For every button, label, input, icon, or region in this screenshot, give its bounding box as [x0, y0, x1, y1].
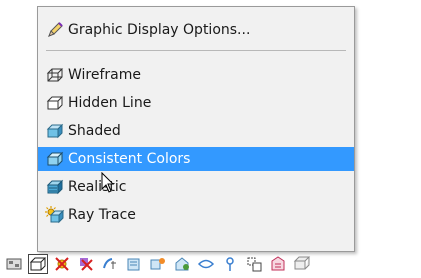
- menu-item-label: Realistic: [68, 179, 127, 195]
- graphic-display-options-item[interactable]: Graphic Display Options...: [44, 18, 350, 42]
- menu-item-label: Hidden Line: [68, 95, 152, 111]
- show-crop-icon[interactable]: [124, 254, 144, 274]
- scale-icon[interactable]: [4, 254, 24, 274]
- reveal-hidden-icon[interactable]: [172, 254, 192, 274]
- menu-item-label: Shaded: [68, 123, 121, 139]
- reveal-constraints-icon[interactable]: [268, 254, 288, 274]
- shadows-icon[interactable]: [76, 254, 96, 274]
- mouse-cursor-icon: [101, 172, 115, 193]
- wireframe-cube-icon: [44, 65, 66, 85]
- menu-item-label: Wireframe: [68, 67, 142, 83]
- worksets-icon[interactable]: [196, 254, 216, 274]
- highlight-displacement-icon[interactable]: [244, 254, 264, 274]
- menu-item-shaded[interactable]: Shaded: [44, 119, 350, 143]
- ray-trace-icon: [44, 205, 66, 225]
- view-control-bar: [0, 250, 421, 278]
- consistent-colors-cube-icon: [44, 149, 66, 169]
- menu-item-label: Ray Trace: [68, 207, 136, 223]
- hidden-line-cube-icon: [44, 93, 66, 113]
- menu-item-realistic[interactable]: Realistic: [44, 175, 350, 199]
- visual-style-menu: Graphic Display Options... Wireframe Hid…: [37, 6, 355, 252]
- menu-item-hidden-line[interactable]: Hidden Line: [44, 91, 350, 115]
- menu-item-consistent-colors[interactable]: Consistent Colors: [38, 147, 354, 171]
- temporary-hide-icon[interactable]: [148, 254, 168, 274]
- crop-view-icon[interactable]: [100, 254, 120, 274]
- menu-item-wireframe[interactable]: Wireframe: [44, 63, 350, 87]
- visual-style-icon[interactable]: [28, 254, 48, 274]
- pencil-icon: [44, 20, 66, 40]
- realistic-cube-icon: [44, 177, 66, 197]
- sun-path-icon[interactable]: [52, 254, 72, 274]
- analytical-model-icon[interactable]: [220, 254, 240, 274]
- menu-item-label: Consistent Colors: [68, 151, 191, 167]
- rendering-icon[interactable]: [292, 254, 312, 274]
- menu-separator: [46, 50, 346, 51]
- graphic-display-options-label: Graphic Display Options...: [68, 22, 251, 38]
- menu-item-ray-trace[interactable]: Ray Trace: [44, 203, 350, 227]
- shaded-cube-icon: [44, 121, 66, 141]
